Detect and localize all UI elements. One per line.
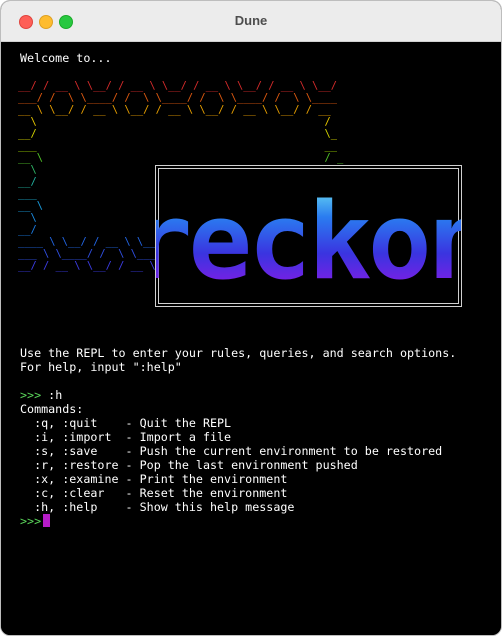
- command-help-help: :h, :help - Show this help message: [20, 500, 295, 514]
- terminal-window: Dune Welcome to... __/ / __ \ \__/ / __ …: [0, 0, 502, 636]
- command-help-examine: :x, :examine - Print the environment: [20, 472, 288, 486]
- banner-row: ___ __: [18, 140, 338, 152]
- banner-row: __ \ / _: [18, 152, 344, 164]
- banner-row: ___/ / \ \____/ / \ \____/ / \ \____/ / …: [18, 92, 338, 104]
- window-title: Dune: [234, 13, 268, 28]
- command-help-quit: :q, :quit - Quit the REPL: [20, 416, 232, 430]
- reckon-logo: reckon: [156, 180, 461, 303]
- logo-frame: reckon: [155, 165, 462, 307]
- prompt: >>>: [20, 388, 42, 402]
- help-intro-line-2: For help, input ":help": [20, 360, 182, 374]
- command-help-restore: :r, :restore - Pop the last environment …: [20, 458, 358, 472]
- commands-header: Commands:: [20, 402, 84, 416]
- terminal-output[interactable]: Welcome to... __/ / __ \ \__/ / __ \ \__…: [1, 42, 501, 635]
- banner-row: __ \ \__/ / __ \ \__/ / __ \ \__/ / __ \…: [18, 104, 331, 116]
- help-intro-line-1: Use the REPL to enter your rules, querie…: [20, 346, 457, 360]
- entered-command: :h: [48, 388, 63, 402]
- command-echo: >>> :h: [20, 388, 62, 402]
- command-help-save: :s, :save - Push the current environment…: [20, 444, 443, 458]
- title-bar[interactable]: Dune: [1, 1, 501, 42]
- welcome-text: Welcome to...: [20, 51, 112, 65]
- banner-row: __/ / __ \ \__/ / __ \ \__/ / __ \ \__/ …: [18, 80, 338, 92]
- command-help-import: :i, :import - Import a file: [20, 430, 232, 444]
- ascii-banner: __/ / __ \ \__/ / __ \ \__/ / __ \ \__/ …: [18, 80, 488, 316]
- logo-word: reckon: [156, 180, 461, 303]
- banner-row: \ /: [18, 116, 331, 128]
- command-help-clear: :c, :clear - Reset the environment: [20, 486, 288, 500]
- active-prompt: >>>: [20, 514, 42, 528]
- banner-row: __/ \_: [18, 128, 338, 140]
- input-line[interactable]: >>>: [20, 514, 51, 528]
- text-cursor: [43, 514, 51, 527]
